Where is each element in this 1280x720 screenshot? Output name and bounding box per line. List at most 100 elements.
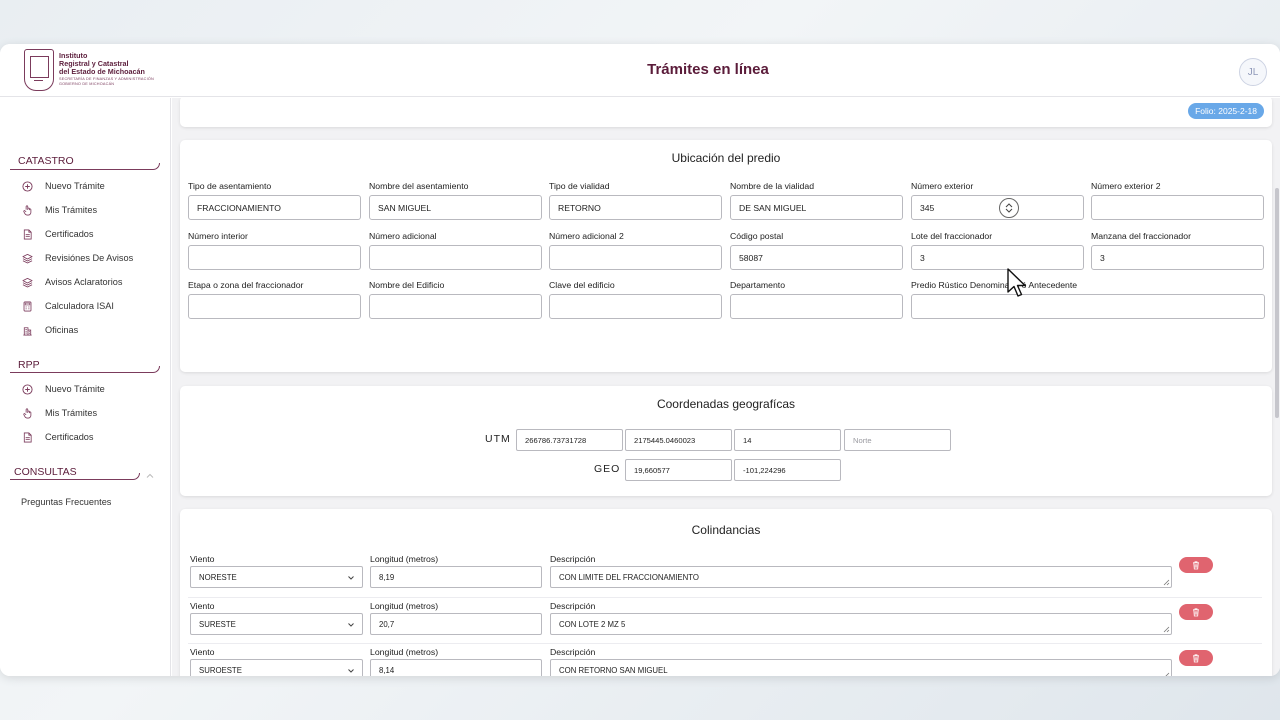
field-label: Número interior <box>188 231 248 241</box>
sidebar-item-nuevo-tramite[interactable]: Nuevo Trámite <box>22 177 105 195</box>
nombre-del-edificio-input[interactable] <box>369 294 542 319</box>
ubicacion-title: Ubicación del predio <box>671 151 781 165</box>
field-value: 58087 <box>739 252 763 263</box>
geo-longitude-input[interactable]: -101,224296 <box>734 459 841 481</box>
field-label: Nombre del asentamiento <box>369 181 469 191</box>
chevron-down-icon[interactable] <box>1005 208 1013 213</box>
longitud-input[interactable]: 8,14 <box>370 659 542 676</box>
longitud-input[interactable]: 20,7 <box>370 613 542 635</box>
tipo-de-vialidad-input[interactable]: RETORNO <box>549 195 722 220</box>
field-label: Número exterior <box>911 181 974 191</box>
lote-del-fraccionador-input[interactable]: 3 <box>911 245 1084 270</box>
section-divider <box>10 163 160 170</box>
sidebar-item-calculadora-isai[interactable]: Calculadora ISAI <box>22 297 114 315</box>
delete-row-button[interactable] <box>1179 650 1213 666</box>
nombre-de-la-vialidad-input[interactable]: DE SAN MIGUEL <box>730 195 903 220</box>
sidebar-item-mis-tramites[interactable]: Mis Trámites <box>22 404 97 422</box>
descripcion-label: Descripción <box>550 601 596 611</box>
sidebar-item-oficinas[interactable]: Oficinas <box>22 321 78 339</box>
sidebar-item-label: Certificados <box>45 229 94 239</box>
codigo-postal-input[interactable]: 58087 <box>730 245 903 270</box>
user-avatar[interactable]: JL <box>1239 58 1267 86</box>
geo-latitude-input[interactable]: 19,660577 <box>625 459 732 481</box>
numero-exterior-input[interactable]: 345 <box>911 195 1084 220</box>
longitud-value: 20,7 <box>379 619 395 629</box>
etapa-o-zona-del-fraccionador-input[interactable] <box>188 294 361 319</box>
document-icon <box>23 229 32 239</box>
numero-exterior-2-input[interactable] <box>1091 195 1264 220</box>
numero-adicional-input[interactable] <box>369 245 542 270</box>
page-title: Trámites en línea <box>647 61 769 78</box>
descripcion-textarea[interactable]: CON RETORNO SAN MIGUEL <box>550 659 1172 676</box>
viento-value: SUROESTE <box>199 665 242 675</box>
sidebar-item-label: Preguntas Frecuentes <box>21 497 112 507</box>
sidebar-item-mis-tramites[interactable]: Mis Trámites <box>22 201 97 219</box>
tipo-de-asentamiento-input[interactable]: FRACCIONAMIENTO <box>188 195 361 220</box>
longitud-value: 8,19 <box>379 572 395 582</box>
field-value: 345 <box>920 202 935 213</box>
viento-select[interactable]: SURESTE <box>190 613 363 635</box>
numero-interior-input[interactable] <box>188 245 361 270</box>
chevron-up-icon[interactable] <box>146 472 154 480</box>
longitud-input[interactable]: 8,19 <box>370 566 542 588</box>
field-label: Etapa o zona del fraccionador <box>188 280 304 290</box>
delete-row-button[interactable] <box>1179 604 1213 620</box>
resize-handle-icon[interactable] <box>1162 625 1170 633</box>
field-value: DE SAN MIGUEL <box>739 202 807 213</box>
numero-adicional-2-input[interactable] <box>549 245 722 270</box>
clave-del-edificio-input[interactable] <box>549 294 722 319</box>
logo-sub-line: GOBIERNO DE MICHOACÁN <box>59 82 115 86</box>
sidebar-item-certificados[interactable]: Certificados <box>22 225 94 243</box>
field-label: Código postal <box>730 231 784 241</box>
main-content: Folio: 2025-2-18 Ubicación del predio Ti… <box>172 98 1280 676</box>
field-label: Número adicional <box>369 231 437 241</box>
field-value: RETORNO <box>558 202 601 213</box>
sidebar-item-label: Certificados <box>45 432 94 442</box>
folio-card: Folio: 2025-2-18 <box>180 98 1272 127</box>
viento-select[interactable]: SUROESTE <box>190 659 363 676</box>
sidebar-item-nuevo-tramite[interactable]: Nuevo Trámite <box>22 380 105 398</box>
viento-value: SURESTE <box>199 619 236 629</box>
utm-zone-input[interactable]: 14 <box>734 429 841 451</box>
sidebar-item-label: Nuevo Trámite <box>45 384 105 394</box>
hand-pointer-icon <box>23 204 32 215</box>
sidebar-item-revisiones-de-avisos[interactable]: Revisiónes De Avisos <box>22 249 133 267</box>
sidebar-item-avisos-aclaratorios[interactable]: Avisos Aclaratorios <box>22 273 122 291</box>
coordenadas-title: Coordenadas geografícas <box>656 397 796 411</box>
utm-easting-input[interactable]: 266786.73731728 <box>516 429 623 451</box>
descripcion-value: CON LOTE 2 MZ 5 <box>559 619 626 629</box>
plus-circle-icon <box>22 383 33 395</box>
utm-northing-input[interactable]: 2175445.0460023 <box>625 429 732 451</box>
field-value: FRACCIONAMIENTO <box>197 202 281 213</box>
colindancias-title: Colindancias <box>691 523 761 537</box>
delete-row-button[interactable] <box>1179 557 1213 573</box>
utm-hemisphere-input[interactable]: Norte <box>844 429 951 451</box>
resize-handle-icon[interactable] <box>1162 671 1170 676</box>
coordenadas-card: Coordenadas geografícas UTM 266786.73731… <box>180 386 1272 496</box>
descripcion-textarea[interactable]: CON LIMITE DEL FRACCIONAMIENTO <box>550 566 1172 588</box>
departamento-input[interactable] <box>730 294 903 319</box>
layers-icon <box>22 253 33 263</box>
colindancias-card: Colindancias Viento Longitud (metros) De… <box>180 509 1272 676</box>
descripcion-textarea[interactable]: CON LOTE 2 MZ 5 <box>550 613 1172 635</box>
sidebar-item-preguntas-frecuentes[interactable]: Preguntas Frecuentes <box>21 493 111 511</box>
sidebar-item-certificados[interactable]: Certificados <box>22 428 94 446</box>
viento-value: NORESTE <box>199 572 237 582</box>
predio-rustico-denominado-o-antecedente-input[interactable] <box>911 294 1265 319</box>
chevron-down-icon <box>348 669 354 673</box>
manzana-del-fraccionador-input[interactable]: 3 <box>1091 245 1264 270</box>
plus-circle-icon <box>22 180 33 192</box>
field-label: Manzana del fraccionador <box>1091 231 1191 241</box>
viento-label: Viento <box>190 647 215 657</box>
scrollbar[interactable] <box>1275 188 1279 418</box>
field-label: Tipo de vialidad <box>549 181 610 191</box>
longitud-label: Longitud (metros) <box>370 554 439 564</box>
number-stepper[interactable] <box>999 198 1019 218</box>
viento-select[interactable]: NORESTE <box>190 566 363 588</box>
row-divider <box>188 643 1262 644</box>
field-value: 3 <box>920 252 925 263</box>
sidebar-item-label: Calculadora ISAI <box>45 301 114 311</box>
field-label: Departamento <box>730 280 786 290</box>
resize-handle-icon[interactable] <box>1162 578 1170 586</box>
nombre-del-asentamiento-input[interactable]: SAN MIGUEL <box>369 195 542 220</box>
